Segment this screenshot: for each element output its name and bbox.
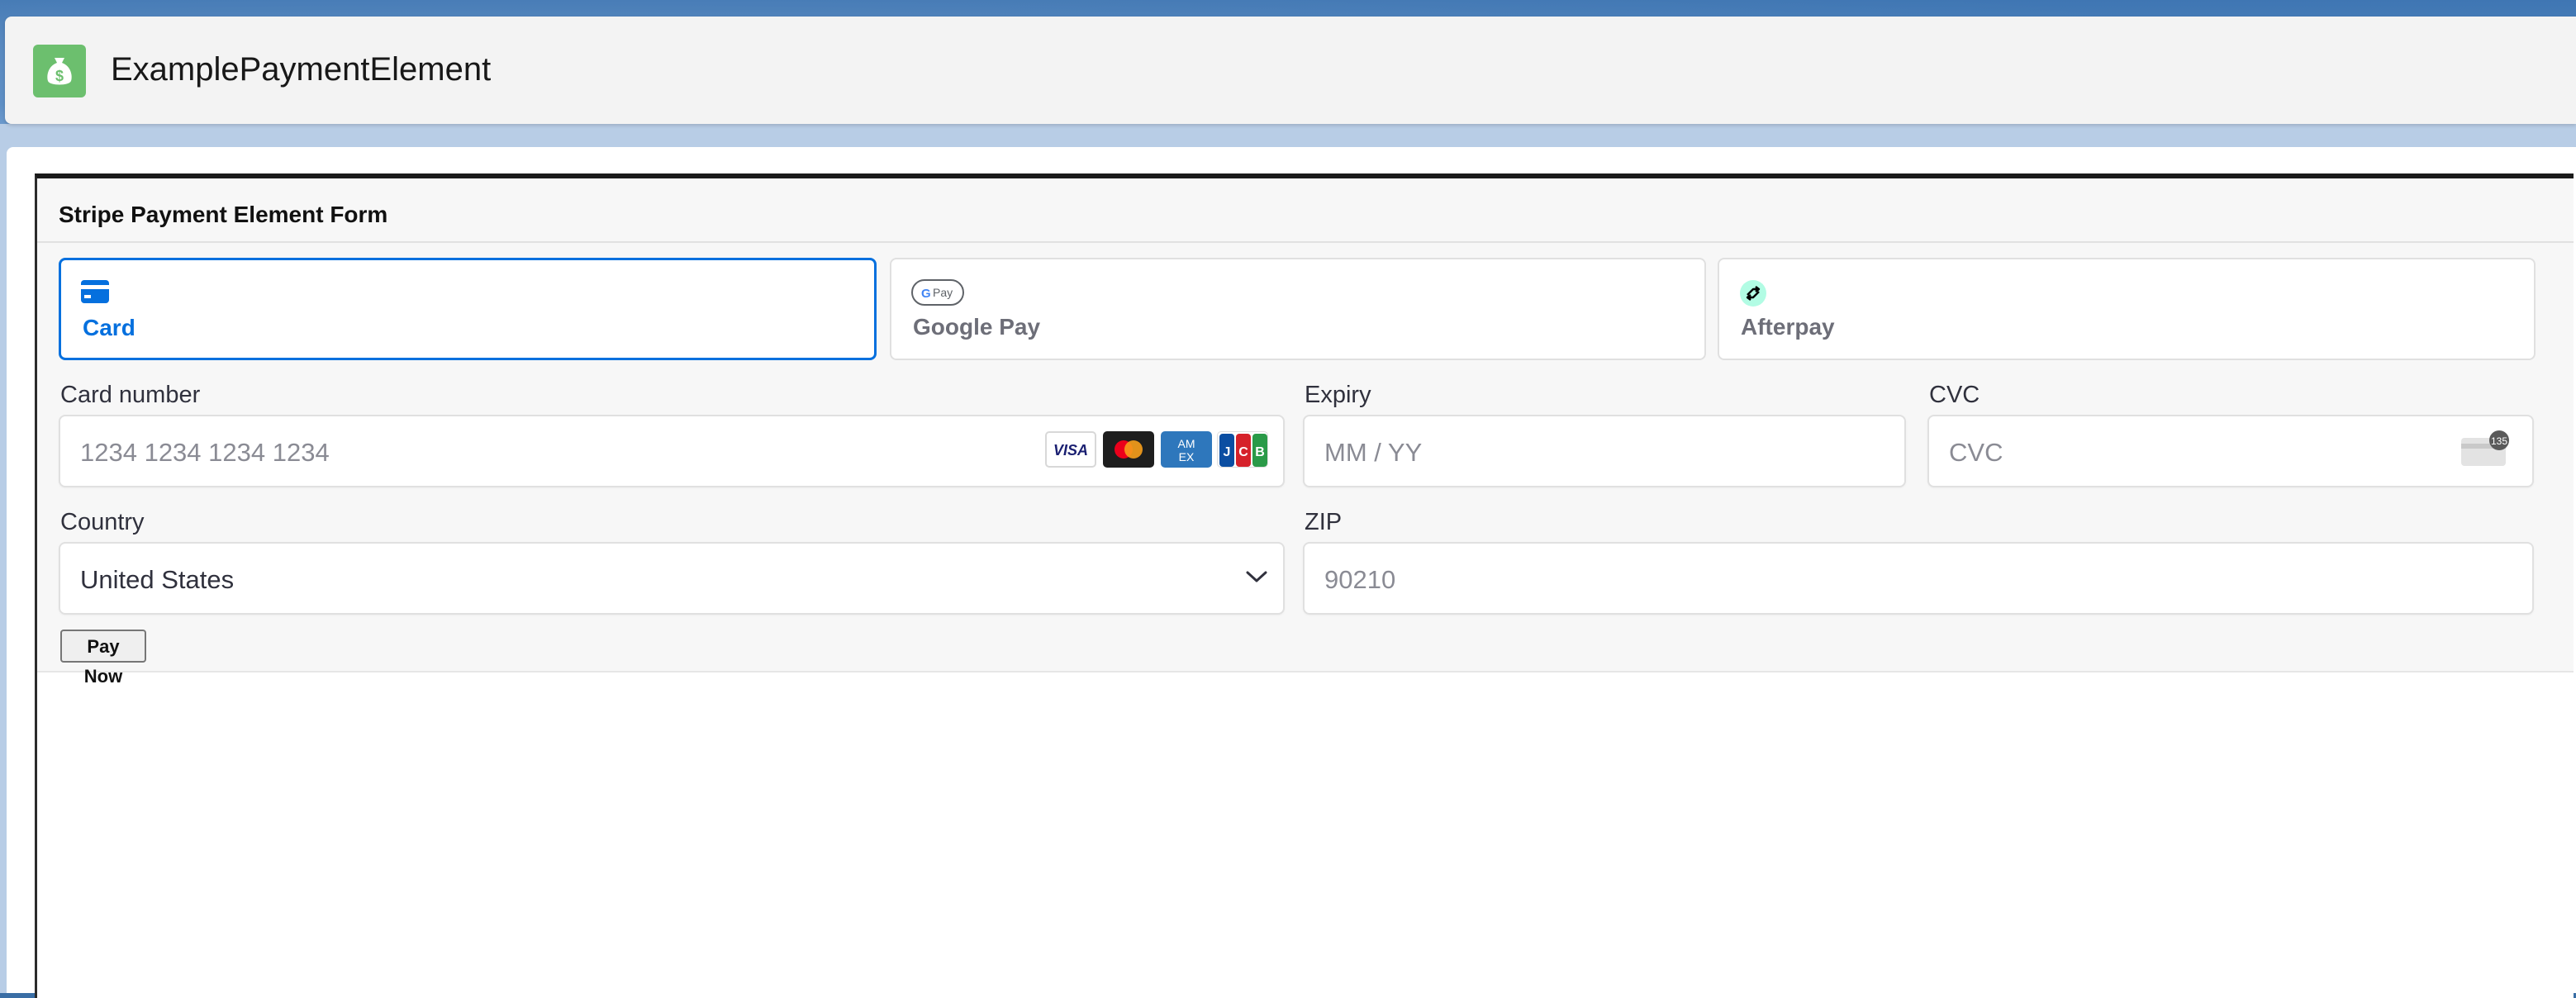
- card-number-field[interactable]: 1234 1234 1234 1234 VISA AM EX J C B: [59, 415, 1285, 487]
- cvc-field[interactable]: CVC 135: [1927, 415, 2534, 487]
- svg-text:C: C: [1238, 445, 1248, 459]
- afterpay-icon: [1739, 279, 1767, 311]
- expiry-label: Expiry: [1305, 382, 1371, 408]
- card-icon: [81, 280, 109, 307]
- payment-form: Stripe Payment Element Form Card G Pay G…: [37, 178, 2574, 687]
- zip-placeholder: 90210: [1324, 565, 1396, 594]
- form-title: Stripe Payment Element Form: [59, 202, 388, 227]
- svg-text:J: J: [1224, 445, 1231, 459]
- page-header: $ ExamplePaymentElement: [5, 17, 2576, 124]
- country-select[interactable]: United States: [59, 542, 1285, 615]
- money-bag-icon: $: [33, 45, 86, 97]
- tab-afterpay[interactable]: Afterpay: [1718, 258, 2536, 360]
- cvc-label: CVC: [1929, 382, 1980, 408]
- card-number-placeholder: 1234 1234 1234 1234: [80, 438, 330, 467]
- country-value: United States: [80, 565, 235, 594]
- country-label: Country: [60, 509, 145, 535]
- card-number-label: Card number: [60, 382, 201, 408]
- tab-label: Card: [83, 315, 135, 340]
- google-pay-icon: G Pay: [911, 279, 964, 310]
- zip-label: ZIP: [1305, 509, 1343, 535]
- tab-card[interactable]: Card: [59, 258, 877, 360]
- amex-icon: AM EX: [1161, 431, 1212, 468]
- svg-text:VISA: VISA: [1053, 442, 1088, 459]
- svg-text:EX: EX: [1179, 450, 1195, 463]
- payment-form-frame: Stripe Payment Element Form Card G Pay G…: [35, 173, 2574, 998]
- cvc-card-icon: 135: [2460, 430, 2512, 473]
- svg-text:B: B: [1255, 445, 1265, 459]
- expiry-placeholder: MM / YY: [1324, 438, 1423, 467]
- cvc-badge: 135: [2491, 435, 2507, 447]
- tab-label: Afterpay: [1741, 314, 1835, 340]
- svg-text:$: $: [55, 68, 64, 84]
- visa-icon: VISA: [1045, 431, 1096, 468]
- page-title: ExamplePaymentElement: [111, 51, 492, 88]
- expiry-field[interactable]: MM / YY: [1303, 415, 1906, 487]
- main-card: Stripe Payment Element Form Card G Pay G…: [7, 147, 2576, 998]
- jcb-icon: J C B: [1217, 431, 1268, 468]
- divider: [37, 241, 2574, 243]
- chevron-down-icon: [1245, 568, 1268, 589]
- mastercard-icon: [1103, 431, 1154, 468]
- zip-field[interactable]: 90210: [1303, 542, 2534, 615]
- svg-text:G: G: [921, 287, 931, 301]
- cvc-placeholder: CVC: [1949, 438, 2003, 467]
- tab-google-pay[interactable]: G Pay Google Pay: [890, 258, 1706, 360]
- svg-text:Pay: Pay: [933, 286, 953, 299]
- svg-text:AM: AM: [1178, 437, 1195, 450]
- tab-label: Google Pay: [913, 314, 1041, 340]
- pay-now-button[interactable]: Pay Now: [60, 630, 146, 687]
